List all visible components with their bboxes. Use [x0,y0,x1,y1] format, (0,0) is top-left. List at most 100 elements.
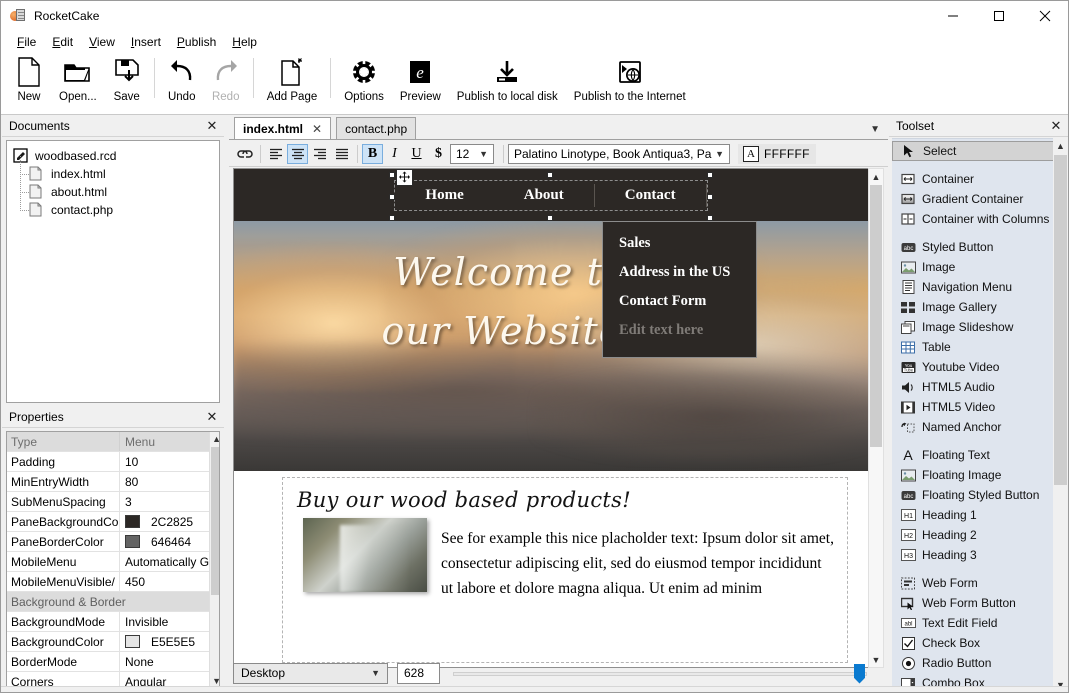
menu-insert[interactable]: Insert [123,33,169,51]
tree-item-index-html[interactable]: index.html [13,165,219,183]
scroll-up-icon[interactable]: ▲ [869,169,883,184]
tool-item-image-gallery[interactable]: Image Gallery [892,297,1068,317]
canvas-vertical-scrollbar[interactable]: ▲ ▼ [868,168,884,668]
property-row-submenuspacing[interactable]: SubMenuSpacing 3 [7,492,209,512]
tool-item-named-anchor[interactable]: Named Anchor [892,417,1068,437]
tool-item-styled-button[interactable]: abc Styled Button [892,237,1068,257]
viewport-width-slider[interactable] [453,663,867,684]
chevron-down-icon[interactable]: ▼ [870,124,880,135]
tool-item-floating-image[interactable]: Floating Image [892,465,1068,485]
tool-item-floating-styled-button[interactable]: abc Floating Styled Button [892,485,1068,505]
scrollbar-thumb[interactable] [1054,155,1067,485]
tool-item-check-box[interactable]: Check Box [892,633,1068,653]
align-center-icon[interactable] [287,144,308,164]
tool-item-youtube-video[interactable]: YouTube Youtube Video [892,357,1068,377]
underline-button[interactable]: U [406,144,427,164]
save-button[interactable]: Save [105,52,149,110]
tool-item-select[interactable]: Select [892,141,1066,161]
tool-item-html5-video[interactable]: HTML5 Video [892,397,1068,417]
menu-publish[interactable]: Publish [169,33,224,51]
new-button[interactable]: New [7,52,51,110]
tool-item-image[interactable]: Image [892,257,1068,277]
property-row-backgroundmode[interactable]: BackgroundMode Invisible [7,612,209,632]
waterfall-thumbnail-image[interactable] [303,518,427,592]
align-left-icon[interactable] [265,144,286,164]
selection-handle-top-center[interactable] [547,172,553,178]
toolset-scrollbar[interactable]: ▲ ▼ [1053,138,1068,693]
hero-image[interactable]: Welcome to our Website! [234,221,868,471]
tool-item-web-form[interactable]: Web Form [892,573,1068,593]
tool-item-navigation-menu[interactable]: Navigation Menu [892,277,1068,297]
publish-internet-button[interactable]: Publish to the Internet [566,52,694,110]
tool-item-radio-button[interactable]: Radio Button [892,653,1068,673]
scroll-up-icon[interactable]: ▲ [212,432,220,446]
color-swatch[interactable] [125,515,140,528]
viewport-width-input[interactable]: 628 [397,663,440,684]
close-icon[interactable]: ✕ [312,122,322,136]
tree-item-project[interactable]: woodbased.rcd [13,147,219,165]
close-icon[interactable]: ✕ [204,118,220,134]
tool-item-container[interactable]: Container [892,169,1068,189]
selection-handle-bottom-right[interactable] [707,215,713,221]
property-row-backgroundcolor[interactable]: BackgroundColor E5E5E5 [7,632,209,652]
currency-button[interactable]: $ [428,144,449,164]
italic-button[interactable]: I [384,144,405,164]
close-icon[interactable]: ✕ [1048,118,1064,134]
device-select[interactable]: Desktop ▼ [233,663,388,684]
tool-item-gradient-container[interactable]: Gradient Container [892,189,1068,209]
font-family-select[interactable]: Palatino Linotype, Book Antiqua3, Pal ▼ [508,144,730,164]
property-row-mobilemenuvisible[interactable]: MobileMenuVisible/ 450 [7,572,209,592]
bold-button[interactable]: B [362,144,383,164]
close-icon[interactable] [1022,1,1068,31]
color-swatch[interactable] [125,535,140,548]
page-canvas[interactable]: Home About Contact Sales Address in the … [233,168,869,668]
selection-handle-bottom-left[interactable] [389,215,395,221]
property-row-panebackgroundcolor[interactable]: PaneBackgroundCo 2C2825 [7,512,209,532]
font-size-select[interactable]: 12 ▼ [450,144,494,164]
options-button[interactable]: Options [336,52,392,110]
submenu-item-placeholder[interactable]: Edit text here [603,316,756,345]
preview-button[interactable]: e Preview [392,52,449,110]
maximize-icon[interactable] [976,1,1022,31]
text-color-button[interactable]: A FFFFFF [738,144,816,164]
content-container[interactable]: Buy our wood based products! See for exa… [282,477,848,663]
property-row-mobilemenu[interactable]: MobileMenu Automatically G [7,552,209,572]
tool-item-floating-text[interactable]: A Floating Text [892,445,1068,465]
tool-item-image-slideshow[interactable]: Image Slideshow [892,317,1068,337]
property-row-padding[interactable]: Padding 10 [7,452,209,472]
align-right-icon[interactable] [309,144,330,164]
close-icon[interactable]: ✕ [204,409,220,425]
menu-view[interactable]: View [81,33,123,51]
property-row-panebordercolor[interactable]: PaneBorderColor 646464 [7,532,209,552]
tool-item-heading-2[interactable]: H2 Heading 2 [892,525,1068,545]
scroll-up-icon[interactable]: ▲ [1053,138,1068,154]
menu-edit[interactable]: Edit [44,33,81,51]
tool-item-heading-1[interactable]: H1 Heading 1 [892,505,1068,525]
selection-handle-middle-right[interactable] [707,194,713,200]
submenu-item-contact-form[interactable]: Contact Form [603,287,756,316]
add-page-button[interactable]: Add Page [259,52,326,110]
menu-file[interactable]: File [9,33,44,51]
documents-tree[interactable]: woodbased.rcd index.html about.html [6,140,220,403]
move-widget-handle[interactable] [396,169,413,186]
menu-help[interactable]: Help [224,33,265,51]
publish-local-disk-button[interactable]: Publish to local disk [449,52,566,110]
properties-scrollbar[interactable]: ▲ ▼ [209,432,220,688]
content-heading[interactable]: Buy our wood based products! [297,488,835,512]
property-row-minentrywidth[interactable]: MinEntryWidth 80 [7,472,209,492]
color-swatch[interactable] [125,635,140,648]
tool-item-heading-3[interactable]: H3 Heading 3 [892,545,1068,565]
nav-item-home[interactable]: Home [395,184,493,207]
toolset-list[interactable]: Select Container Gradient Container [892,138,1068,693]
tab-contact-php[interactable]: contact.php [336,117,416,139]
minimize-icon[interactable] [930,1,976,31]
tree-item-about-html[interactable]: about.html [13,183,219,201]
align-justify-icon[interactable] [331,144,352,164]
tool-item-web-form-button[interactable]: Web Form Button [892,593,1068,613]
tree-item-contact-php[interactable]: contact.php [13,201,219,219]
tool-item-table[interactable]: Table [892,337,1068,357]
nav-item-about[interactable]: About [494,184,594,207]
open-button[interactable]: Open... [51,52,105,110]
tool-item-container-with-columns[interactable]: Container with Columns [892,209,1068,229]
nav-submenu[interactable]: Sales Address in the US Contact Form Edi… [602,221,757,358]
